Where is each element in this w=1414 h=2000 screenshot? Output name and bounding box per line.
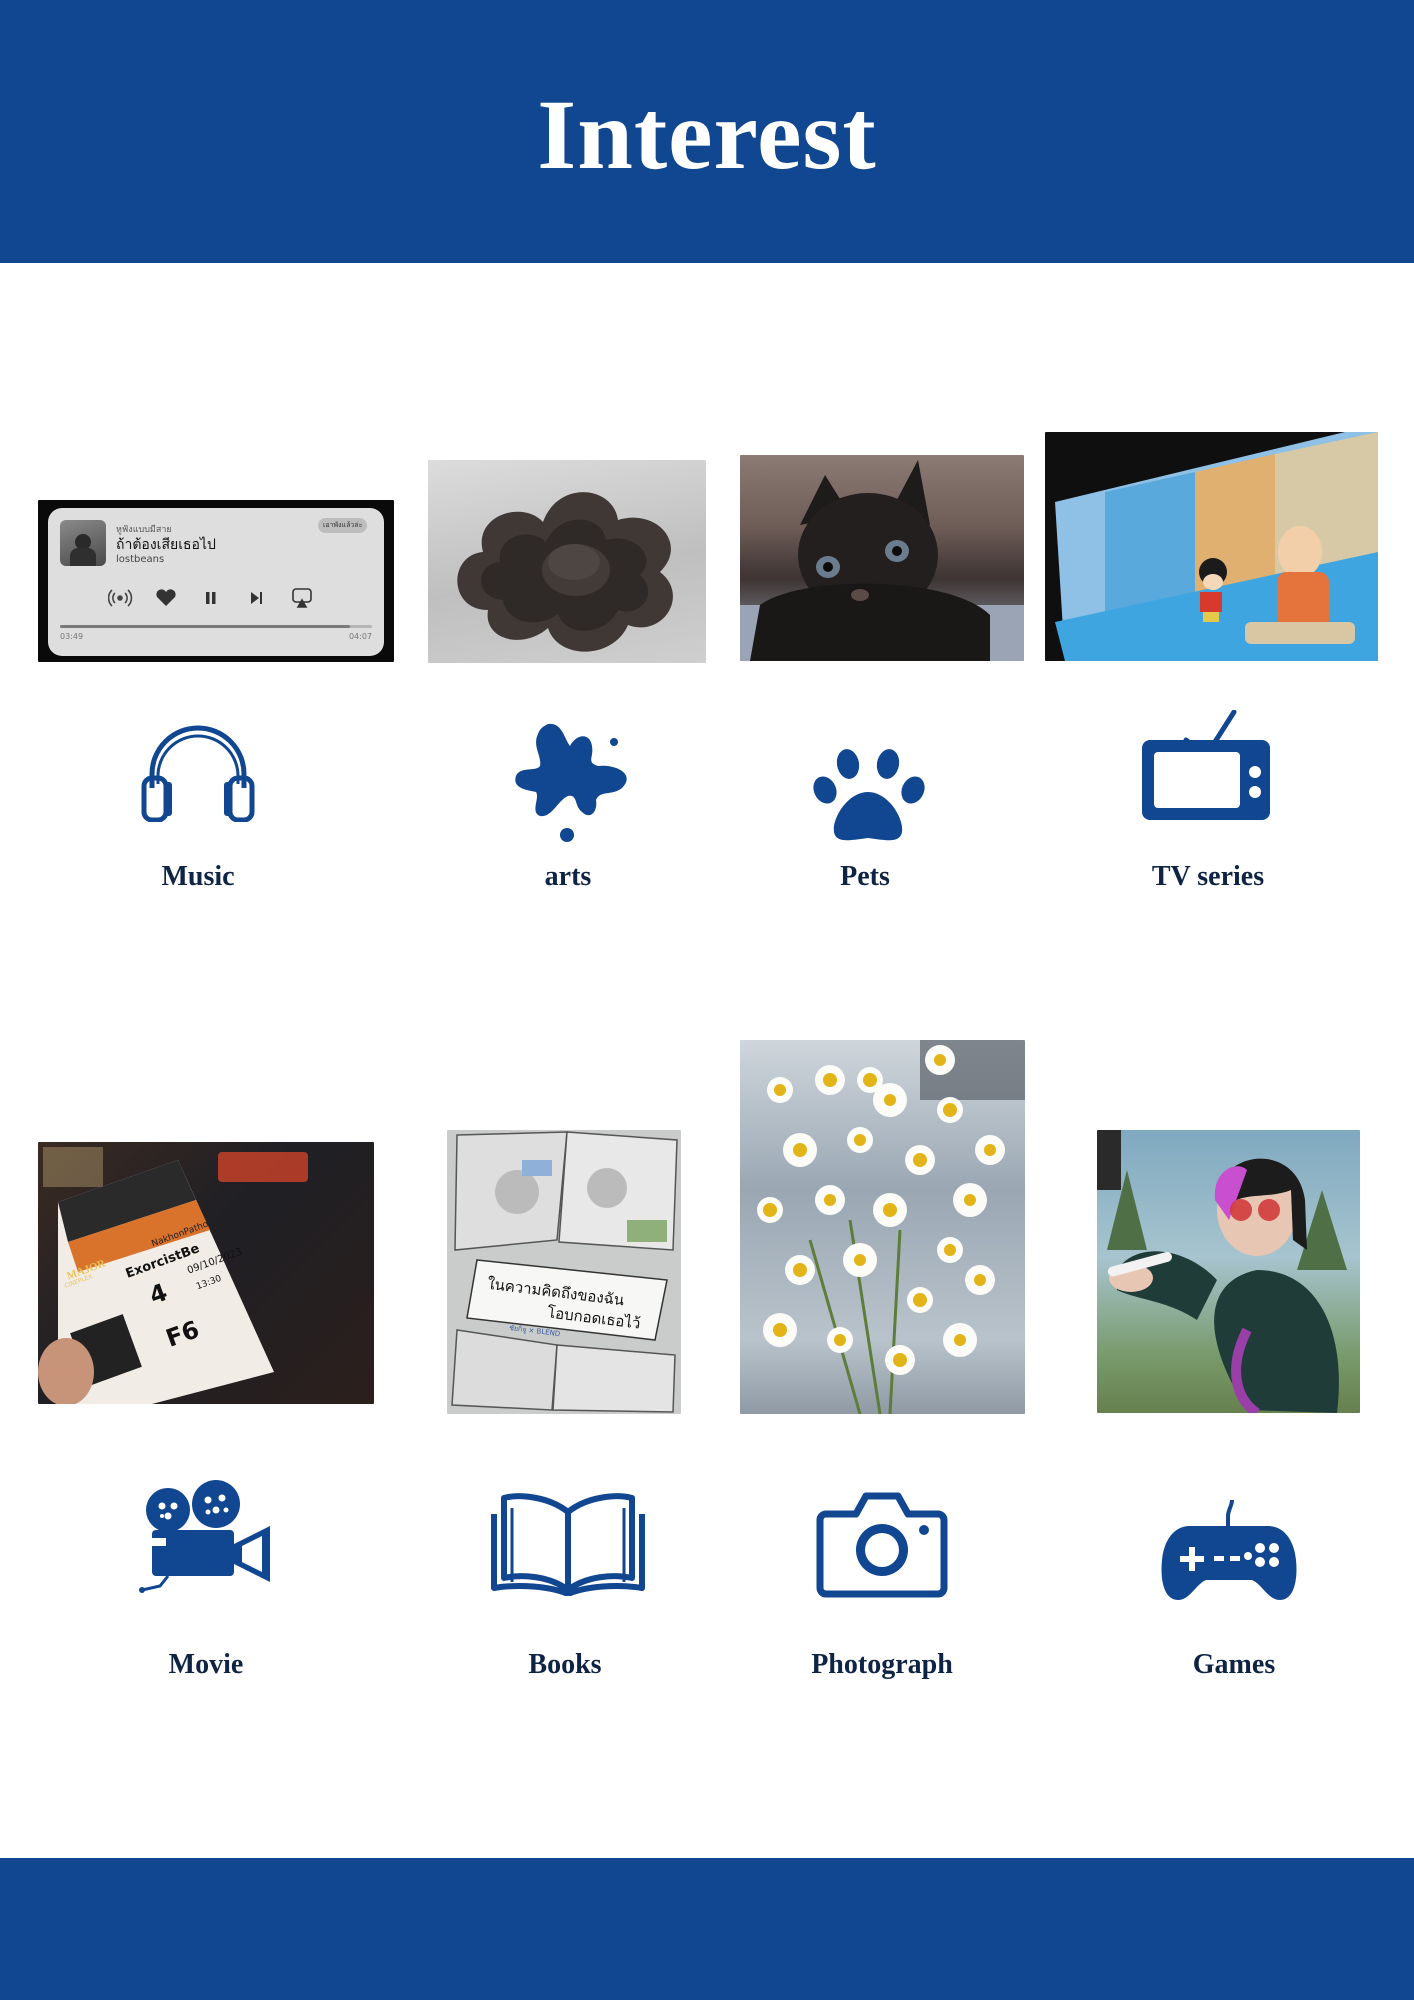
broadcast-icon bbox=[107, 589, 133, 607]
chamomile-flower bbox=[975, 1135, 1005, 1165]
chamomile-flower bbox=[763, 1313, 797, 1347]
label-games: Games bbox=[1192, 1649, 1276, 1680]
chamomile-flower bbox=[757, 1197, 783, 1223]
chamomile-flower bbox=[783, 1133, 817, 1167]
movie-photo: MAJOR CINEPLEX NakhonPathom ExorcistBe 0… bbox=[38, 1142, 374, 1404]
chamomile-flower bbox=[827, 1327, 853, 1353]
album-art bbox=[60, 520, 106, 566]
books-photo: ในความคิดถึงของฉัน โอบกอดเธอไว้ ชัยกิจู … bbox=[447, 1130, 681, 1414]
gamepad-icon bbox=[1160, 1500, 1298, 1604]
chamomile-flower bbox=[965, 1265, 995, 1295]
chamomile-flower bbox=[873, 1193, 907, 1227]
chamomile-flower bbox=[925, 1045, 955, 1075]
tv-series-photo bbox=[1045, 432, 1378, 661]
manga-page-illustration bbox=[451, 1131, 678, 1413]
label-arts: arts bbox=[544, 861, 592, 892]
chamomile-flower bbox=[767, 1077, 793, 1103]
kitten-illustration bbox=[740, 460, 1024, 661]
label-pets: Pets bbox=[840, 861, 890, 892]
game-character-illustration bbox=[1097, 1130, 1347, 1413]
arts-photo bbox=[428, 460, 706, 663]
label-music: Music bbox=[161, 861, 235, 892]
flower-bouquet-illustration bbox=[757, 1040, 1025, 1414]
chamomile-flower bbox=[847, 1127, 873, 1153]
label-photograph: Photograph bbox=[811, 1649, 953, 1680]
label-movie: Movie bbox=[168, 1649, 244, 1680]
headphones-icon bbox=[138, 718, 258, 822]
label-books: Books bbox=[528, 1649, 602, 1680]
music-duration: 04:07 bbox=[348, 632, 372, 641]
chamomile-flower bbox=[953, 1183, 987, 1217]
header-band: Interest bbox=[0, 0, 1414, 263]
footer-band bbox=[0, 1858, 1414, 2000]
label-tv-series: TV series bbox=[1151, 861, 1265, 892]
open-book-icon bbox=[488, 1490, 648, 1596]
paw-icon bbox=[810, 748, 928, 844]
chamomile-flower bbox=[857, 1067, 883, 1093]
music-player-card: หูฟังแบบมีสาย เอาพังแล้วล่ะ ถ้าต้องเสียเ… bbox=[48, 508, 384, 656]
clay-tray-illustration bbox=[457, 492, 673, 652]
heart-icon bbox=[156, 589, 176, 606]
tv-icon bbox=[1138, 710, 1274, 824]
photograph-photo bbox=[740, 1040, 1025, 1414]
music-artist: lostbeans bbox=[116, 554, 165, 565]
pause-icon bbox=[206, 592, 216, 604]
page-title: Interest bbox=[537, 79, 877, 190]
chamomile-flower bbox=[785, 1255, 815, 1285]
chamomile-flower bbox=[815, 1065, 845, 1095]
airplay-icon bbox=[292, 588, 312, 608]
skip-next-icon bbox=[251, 592, 262, 604]
pets-photo bbox=[740, 455, 1024, 661]
chamomile-flower bbox=[843, 1243, 877, 1277]
music-controls bbox=[107, 586, 328, 610]
movie-camera-icon bbox=[138, 1480, 274, 1594]
music-photo: หูฟังแบบมีสาย เอาพังแล้วล่ะ ถ้าต้องเสียเ… bbox=[38, 500, 394, 662]
chamomile-flower bbox=[907, 1287, 933, 1313]
chamomile-flower bbox=[905, 1145, 935, 1175]
chamomile-flower bbox=[885, 1345, 915, 1375]
camera-icon bbox=[816, 1490, 948, 1598]
paint-splash-icon bbox=[512, 720, 636, 844]
music-song-title: ถ้าต้องเสียเธอไป bbox=[116, 537, 216, 553]
chamomile-flower bbox=[937, 1097, 963, 1123]
chamomile-flower bbox=[943, 1323, 977, 1357]
music-elapsed: 03:49 bbox=[60, 632, 84, 641]
music-progress-track bbox=[60, 625, 372, 628]
cartoon-screen-illustration bbox=[1055, 432, 1378, 661]
music-badge: เอาพังแล้วล่ะ bbox=[318, 518, 368, 533]
chamomile-flower bbox=[937, 1237, 963, 1263]
music-progress-fill bbox=[60, 625, 351, 628]
chamomile-flower bbox=[815, 1185, 845, 1215]
games-photo bbox=[1097, 1130, 1360, 1413]
